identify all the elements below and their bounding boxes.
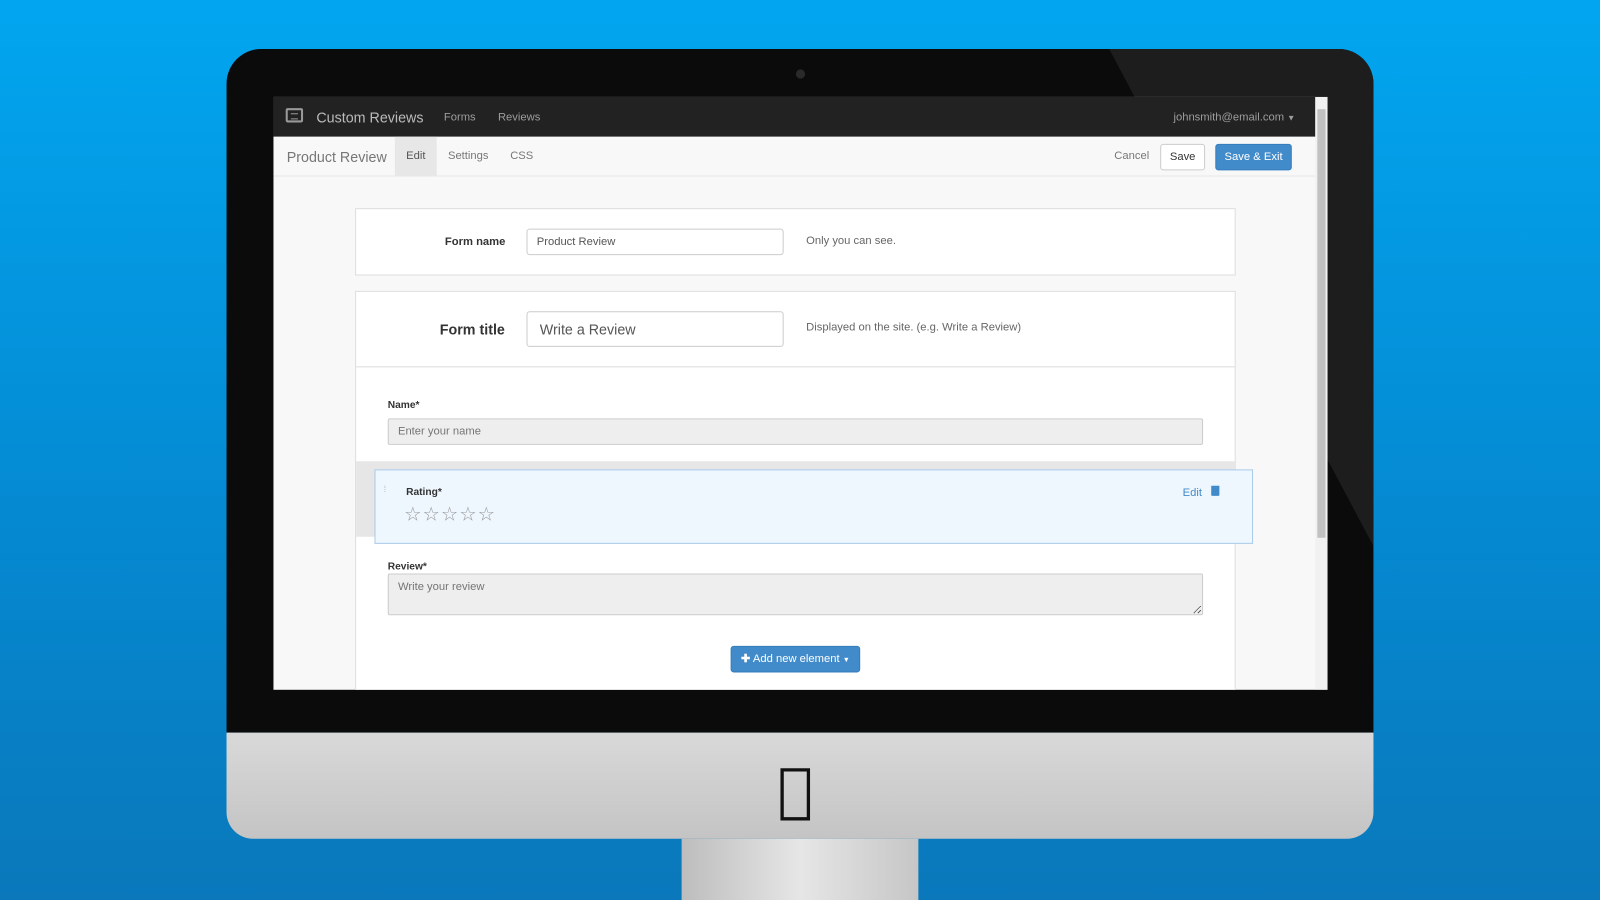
form-name-card: Form name Only you can see.: [355, 208, 1236, 276]
form-title-help: Displayed on the site. (e.g. Write a Rev…: [806, 321, 1022, 334]
name-label: Name*: [387, 399, 420, 412]
monitor-chin: : [226, 732, 1374, 839]
form-name-label: Form name: [444, 235, 506, 248]
apple-logo-icon: : [778, 755, 814, 824]
tab-css[interactable]: CSS: [499, 137, 545, 177]
cancel-link[interactable]: Cancel: [1114, 150, 1149, 162]
caret-down-icon: ▼: [1287, 113, 1296, 123]
form-name-help: Only you can see.: [806, 234, 896, 247]
user-email: johnsmith@email.com: [1173, 111, 1285, 124]
form-title-label: Form title: [439, 321, 505, 338]
camera: [795, 69, 806, 79]
rating-label: Rating*: [406, 486, 442, 498]
save-exit-button[interactable]: Save & Exit: [1215, 143, 1292, 171]
drag-handle-icon[interactable]: ⁞: [384, 484, 387, 493]
tab-edit[interactable]: Edit: [394, 136, 437, 177]
add-element-label: Add new element: [752, 653, 840, 666]
review-textarea[interactable]: [387, 573, 1204, 616]
rating-stars[interactable]: ☆☆☆☆☆: [404, 503, 496, 525]
rating-field[interactable]: ⁞ Rating* ☆☆☆☆☆ Edit: [374, 469, 1254, 544]
form-name-input[interactable]: [526, 228, 784, 256]
chat-icon: [285, 108, 304, 123]
plus-icon: ✚: [740, 653, 751, 666]
user-menu[interactable]: johnsmith@email.com ▼: [1173, 111, 1295, 123]
caret-down-icon: ▼: [842, 657, 850, 665]
trash-icon[interactable]: [1211, 485, 1220, 496]
navbar: Custom Reviews Forms Reviews johnsmith@e…: [273, 96, 1316, 137]
page-title: Product Review: [286, 148, 387, 166]
edit-link[interactable]: Edit: [1183, 487, 1202, 499]
monitor-stand: [681, 838, 919, 900]
form-title-input[interactable]: [526, 311, 784, 347]
review-label: Review*: [387, 561, 427, 573]
tab-settings[interactable]: Settings: [437, 137, 500, 177]
name-input[interactable]: [387, 418, 1204, 445]
screen: Custom Reviews Forms Reviews johnsmith@e…: [273, 96, 1328, 690]
subnav: Product Review Edit Settings CSS Cancel …: [273, 136, 1316, 177]
nav-forms[interactable]: Forms: [444, 111, 476, 123]
brand[interactable]: Custom Reviews: [316, 109, 423, 125]
nav-reviews[interactable]: Reviews: [498, 111, 540, 123]
add-element-button[interactable]: ✚ Add new element ▼: [730, 645, 861, 673]
scrollbar[interactable]: [1315, 96, 1328, 690]
save-button[interactable]: Save: [1160, 143, 1206, 171]
